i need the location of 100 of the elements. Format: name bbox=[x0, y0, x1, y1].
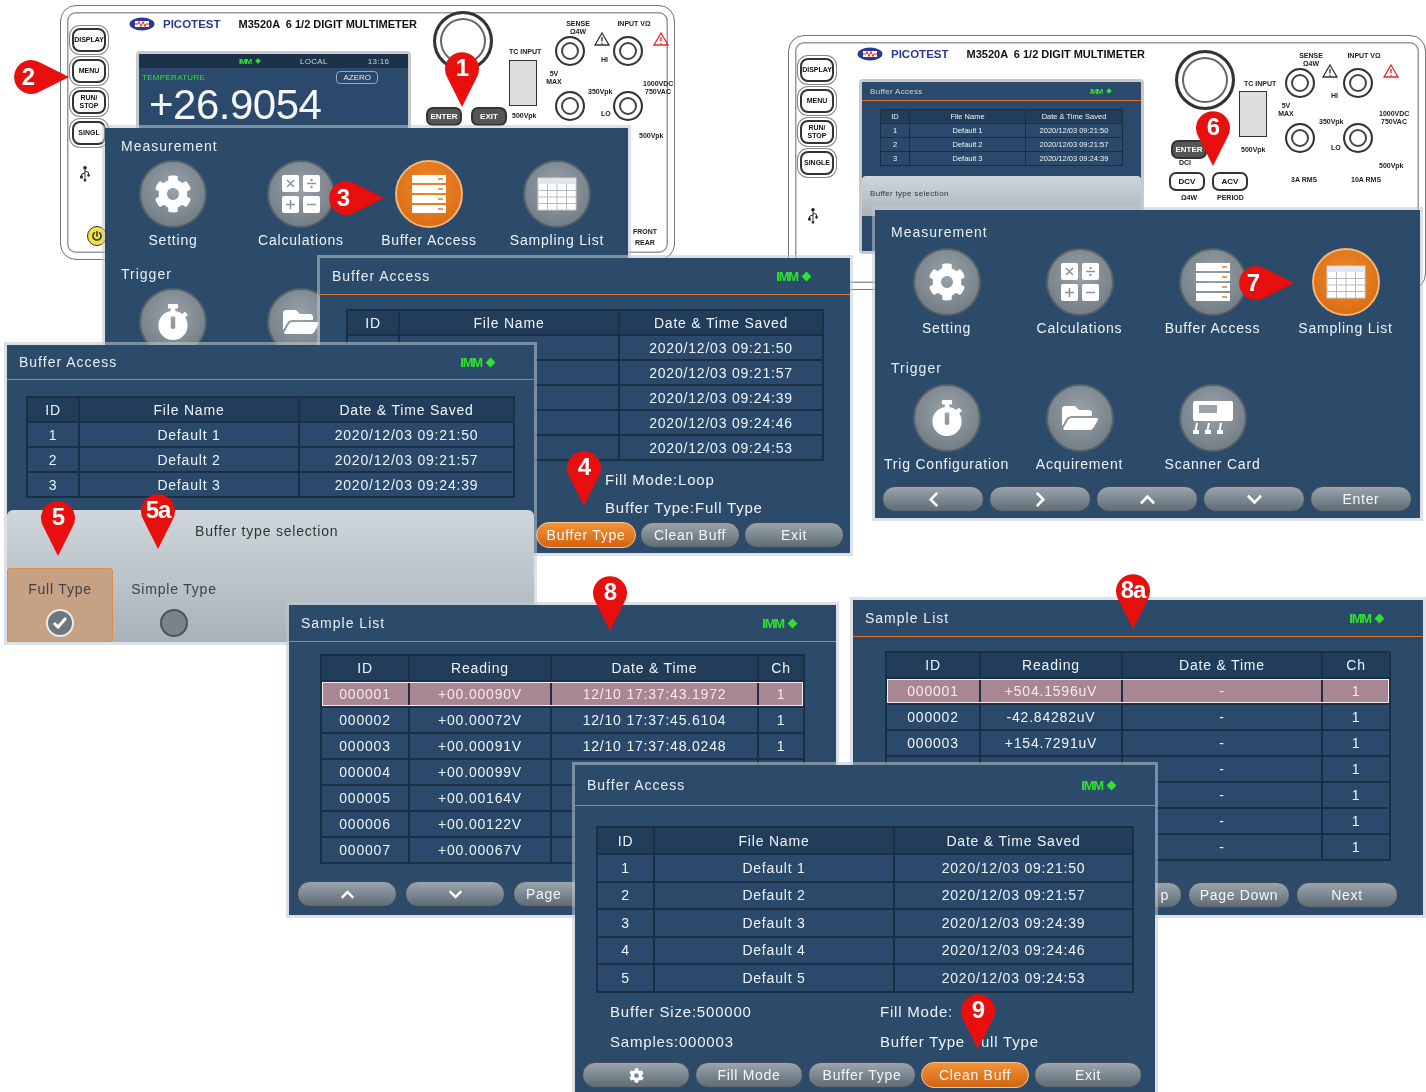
softkey-button[interactable] bbox=[882, 486, 984, 512]
table-cell: Default 2 bbox=[655, 882, 893, 908]
table-cell: 3 bbox=[28, 473, 78, 496]
socket-icon bbox=[1285, 123, 1315, 153]
table-cell: 000001 bbox=[322, 682, 408, 706]
brand-name: PICOTEST bbox=[163, 18, 221, 30]
menu-item[interactable]: Sampling List bbox=[493, 160, 621, 248]
option-tile[interactable]: Full Type bbox=[7, 568, 113, 642]
menu-item[interactable]: Trig Configuration bbox=[880, 384, 1013, 472]
table-cell: +00.00090V bbox=[410, 682, 550, 706]
table-cell: 2020/12/03 09:24:53 bbox=[620, 436, 822, 459]
table-cell: 1 bbox=[1323, 731, 1389, 755]
table-row[interactable]: 000003 +154.7291uV - 1 bbox=[887, 731, 1389, 755]
menu-item[interactable]: Scanner Card bbox=[1146, 384, 1279, 472]
softkey-button[interactable] bbox=[297, 881, 397, 907]
column-header: Ch bbox=[759, 656, 803, 680]
info-text: Fill Mode: bbox=[880, 1003, 954, 1020]
softkey-button[interactable] bbox=[1203, 486, 1305, 512]
column-header: Date & Time bbox=[1123, 653, 1321, 677]
column-header: Date & Time bbox=[552, 656, 757, 680]
table-cell: 3 bbox=[598, 910, 653, 936]
table-cell: 2020/12/03 09:24:46 bbox=[620, 411, 822, 434]
menu-item[interactable]: Sampling List bbox=[1279, 248, 1412, 336]
menu-item[interactable]: Setting bbox=[109, 160, 237, 248]
socket-icon bbox=[613, 91, 643, 121]
mode-indicator: IMM bbox=[1349, 610, 1371, 626]
table-row[interactable]: - 1 bbox=[887, 757, 1389, 781]
model-name: M3520A 6 1/2 DIGIT MULTIMETER bbox=[966, 48, 1145, 60]
status-text: LOCAL bbox=[299, 56, 328, 66]
table-cell: +00.00067V bbox=[410, 838, 550, 862]
front-key: ACV bbox=[1212, 172, 1248, 191]
reading-value: +26.9054 bbox=[148, 84, 323, 126]
popup-title: Buffer type selection bbox=[195, 523, 339, 541]
menu-item[interactable]: Calculations bbox=[1013, 248, 1146, 336]
brand-logo-icon bbox=[857, 47, 883, 61]
front-key: DCV bbox=[1169, 172, 1205, 191]
column-header: ID bbox=[348, 311, 398, 334]
table-cell: 1 bbox=[1323, 705, 1389, 729]
table-cell: +00.00164V bbox=[410, 786, 550, 810]
table-row[interactable]: 000002 -42.84282uV - 1 bbox=[887, 705, 1389, 729]
table-cell: Default 5 bbox=[655, 965, 893, 991]
radio-icon bbox=[160, 609, 188, 637]
menu-item[interactable]: Buffer Access bbox=[365, 160, 493, 248]
column-header: Date & Time Saved bbox=[300, 398, 513, 421]
table-cell: - bbox=[1123, 731, 1321, 755]
table-cell: 000002 bbox=[887, 705, 979, 729]
table-cell: +00.00099V bbox=[410, 760, 550, 784]
power-icon bbox=[87, 226, 107, 246]
table-row[interactable]: 000002 +00.00072V 12/10 17:37:45.6104 1 bbox=[322, 708, 803, 732]
window-title: Buffer Access bbox=[870, 86, 923, 96]
warning-icon bbox=[1322, 64, 1338, 78]
softkey-button[interactable] bbox=[582, 1062, 690, 1088]
info-text: Fill Mode:Loop bbox=[605, 470, 715, 488]
column-header: ID bbox=[887, 653, 979, 677]
column-header: ID bbox=[598, 828, 653, 853]
model-name: M3520A 6 1/2 DIGIT MULTIMETER bbox=[238, 18, 417, 30]
function-label: TEMPERATURE bbox=[142, 73, 206, 82]
usb-icon bbox=[805, 208, 821, 226]
info-text: ull Type bbox=[980, 1033, 1039, 1050]
front-key: EXIT bbox=[471, 107, 507, 126]
section-title: Measurement bbox=[121, 138, 218, 154]
menu-item[interactable]: Setting bbox=[880, 248, 1013, 336]
option-tile[interactable]: Simple Type bbox=[121, 568, 227, 642]
table-cell: 000005 bbox=[322, 786, 408, 810]
info-text: Buffer Size:500000 bbox=[610, 1003, 752, 1020]
table-cell: 4 bbox=[598, 937, 653, 963]
socket-icon bbox=[613, 36, 643, 66]
table-cell: 12/10 17:37:48.0248 bbox=[552, 734, 757, 758]
table-cell: 2020/12/03 09:21:57 bbox=[620, 361, 822, 384]
table-cell: -42.84282uV bbox=[981, 705, 1121, 729]
column-header: ID bbox=[28, 398, 78, 421]
table-cell: 000001 bbox=[887, 679, 979, 703]
table-cell: 5 bbox=[598, 965, 653, 991]
table-cell: 2020/12/03 09:21:57 bbox=[895, 882, 1132, 908]
table-cell: 000004 bbox=[322, 760, 408, 784]
column-header: Reading bbox=[981, 653, 1121, 677]
mode-indicator: IMM bbox=[762, 615, 784, 631]
softkey-button[interactable] bbox=[405, 881, 505, 907]
table-cell: 2020/12/03 09:24:39 bbox=[300, 473, 513, 496]
table-cell: Default 3 bbox=[80, 473, 298, 496]
info-text: Buffer Type bbox=[880, 1033, 965, 1050]
socket-icon bbox=[1285, 68, 1315, 98]
mode-indicator: IMM bbox=[776, 268, 798, 284]
table-row[interactable]: 000003 +00.00091V 12/10 17:37:48.0248 1 bbox=[322, 734, 803, 758]
column-header: Ch bbox=[1323, 653, 1389, 677]
window-title: Sample List bbox=[865, 610, 950, 626]
brand-name: PICOTEST bbox=[891, 48, 949, 60]
front-key: ENTER bbox=[1171, 140, 1207, 159]
softkey-button[interactable] bbox=[1096, 486, 1198, 512]
table-cell: 12/10 17:37:43.1972 bbox=[552, 682, 757, 706]
warning-icon bbox=[653, 32, 669, 46]
table-cell: 1 bbox=[1323, 783, 1389, 807]
window-title: Sample List bbox=[301, 615, 386, 631]
rotary-knob-icon bbox=[1175, 50, 1235, 110]
menu-item[interactable]: Acquirement bbox=[1013, 384, 1146, 472]
warning-icon bbox=[1383, 64, 1399, 78]
softkey-button[interactable] bbox=[989, 486, 1091, 512]
table-cell: 1 bbox=[759, 708, 803, 732]
table-cell: 2020/12/03 09:21:50 bbox=[300, 423, 513, 446]
front-key: ENTER bbox=[426, 107, 462, 126]
